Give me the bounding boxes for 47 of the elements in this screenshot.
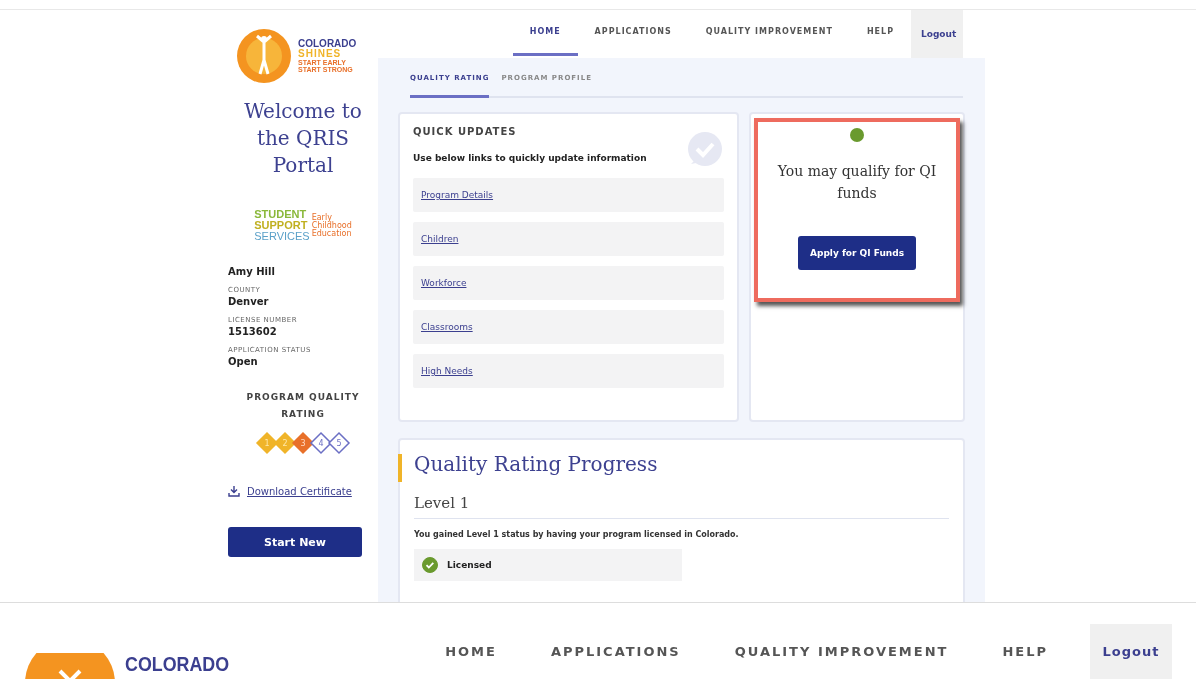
sun-logo-icon: [236, 28, 292, 84]
nav-tab[interactable]: HOME: [418, 624, 524, 679]
quick-update-link[interactable]: Children: [421, 234, 459, 244]
apply-qi-funds-button[interactable]: Apply for QI Funds: [797, 236, 917, 270]
quick-update-link[interactable]: High Needs: [421, 366, 473, 376]
partner-logo-text: SERVICES: [254, 231, 310, 242]
nav-tab[interactable]: HELP: [849, 10, 911, 56]
card-subtitle: Use below links to quickly update information: [413, 153, 648, 163]
download-icon[interactable]: [228, 485, 240, 497]
logo-text: SHINES: [298, 49, 343, 59]
rating-diamond: 2: [273, 431, 297, 455]
rating-diamond: 4: [309, 431, 333, 455]
field-value: Denver: [228, 296, 270, 307]
partner-logo-text: STUDENT: [254, 209, 308, 220]
logo-text: COLORADO: [298, 39, 357, 49]
rating-diamond: 3: [291, 431, 315, 455]
status-dot-icon: [850, 128, 864, 142]
field-value: 1513602: [228, 326, 278, 337]
partner-logo-text: SUPPORT: [254, 220, 309, 231]
quick-update-link[interactable]: Workforce: [421, 278, 467, 288]
logout-button[interactable]: Logout: [911, 10, 963, 58]
nav-tab[interactable]: QUALITY IMPROVEMENT: [688, 10, 850, 56]
qi-message: You may qualify for QI funds: [776, 162, 938, 203]
field-value: Open: [228, 356, 259, 367]
requirement-label: Licensed: [447, 560, 492, 570]
rating-diamond: 5: [327, 431, 351, 455]
nav-tab[interactable]: QUALITY IMPROVEMENT: [707, 624, 976, 679]
partner-logo-text: Education: [311, 229, 352, 238]
quick-update-link[interactable]: Program Details: [421, 190, 494, 200]
download-certificate-link[interactable]: Download Certificate: [247, 485, 352, 497]
partner-logo-text: Childhood: [311, 221, 352, 230]
level-description: You gained Level 1 status by having your program licensed in Colorado.: [414, 530, 740, 539]
nav-tab[interactable]: APPLICATIONS: [577, 10, 689, 56]
partner-logo-text: Early: [311, 213, 332, 222]
rating-diamond: 1: [255, 431, 279, 455]
progress-title: Quality Rating Progress: [414, 452, 659, 476]
welcome-heading: Welcome to the QRIS Portal: [243, 98, 363, 179]
quick-update-link[interactable]: Classrooms: [421, 322, 473, 332]
start-new-button[interactable]: Start New: [228, 527, 362, 557]
card-title: QUICK UPDATES: [413, 126, 518, 137]
nav-tab[interactable]: APPLICATIONS: [523, 624, 708, 679]
logout-button[interactable]: Logout: [1090, 624, 1172, 679]
user-name: Amy Hill: [228, 266, 276, 277]
nav-tab[interactable]: HELP: [975, 624, 1075, 679]
logo-text: COLORADO: [125, 651, 230, 677]
rating-title: PROGRAM QUALITY RATING: [245, 391, 361, 421]
level-heading: Level 1: [414, 494, 949, 519]
